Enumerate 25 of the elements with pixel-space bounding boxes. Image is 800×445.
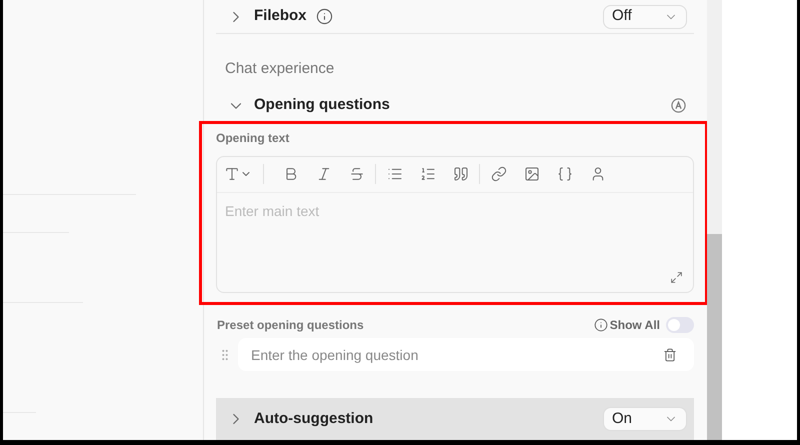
rich-text-editor[interactable]: Enter main text <box>216 156 694 293</box>
info-icon[interactable] <box>594 318 608 332</box>
link-icon <box>490 166 506 182</box>
dropdown[interactable]: Off <box>603 4 687 29</box>
braces-icon <box>556 166 572 182</box>
section-label: Auto-suggestion <box>254 408 374 429</box>
section-label: Filebox <box>254 6 307 26</box>
field-label: Opening text <box>216 130 290 145</box>
field-label: Preset opening questions <box>217 317 364 334</box>
text-style-icon <box>224 166 240 182</box>
section-label: Opening questions <box>254 95 390 116</box>
image-icon <box>524 166 540 182</box>
section-heading: Chat experience <box>225 59 336 80</box>
dropdown[interactable]: On <box>603 407 687 432</box>
trash-icon[interactable] <box>663 348 677 362</box>
auto-icon[interactable] <box>671 98 686 114</box>
strikethrough-icon <box>348 166 364 182</box>
toggle-label: Show All <box>610 317 660 334</box>
toggle-switch[interactable] <box>666 317 694 333</box>
question-input-field[interactable]: Enter the opening question <box>238 338 694 372</box>
quote-icon <box>452 166 468 182</box>
numbered-list-icon <box>420 166 436 182</box>
text-area[interactable]: Enter main text <box>225 200 685 271</box>
expand-icon[interactable] <box>670 270 683 284</box>
info-icon[interactable] <box>316 8 333 26</box>
